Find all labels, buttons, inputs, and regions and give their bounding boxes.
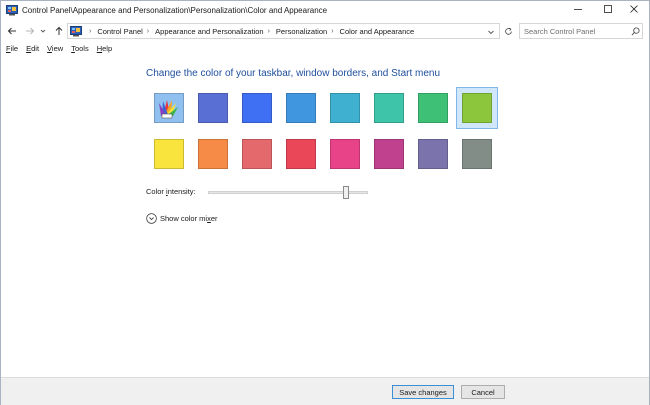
color-swatch-sky[interactable]: [283, 90, 319, 126]
back-button[interactable]: [5, 24, 19, 38]
chevron-down-icon: [40, 29, 46, 33]
arrow-right-icon: [26, 27, 35, 35]
up-button[interactable]: [52, 24, 66, 38]
minimize-icon: [574, 9, 582, 10]
control-panel-icon: [6, 5, 18, 16]
navigation-bar: › Control Panel › Appearance and Persona…: [1, 21, 649, 41]
breadcrumb: › Control Panel › Appearance and Persona…: [85, 27, 414, 36]
color-swatch-lavender[interactable]: [415, 136, 451, 172]
slider-thumb[interactable]: [342, 186, 349, 199]
menu-help[interactable]: Help: [97, 44, 112, 53]
breadcrumb-item[interactable]: Appearance and Personalization: [155, 27, 263, 36]
menu-tools[interactable]: Tools: [71, 44, 89, 53]
menu-edit[interactable]: Edit: [26, 44, 39, 53]
color-swatch-fill: [154, 139, 184, 169]
color-swatch-turquoise[interactable]: [371, 90, 407, 126]
breadcrumb-separator-icon[interactable]: ›: [147, 28, 149, 35]
menu-view[interactable]: View: [47, 44, 63, 53]
arrow-left-icon: [7, 27, 16, 35]
address-bar[interactable]: › Control Panel › Appearance and Persona…: [67, 23, 500, 39]
color-swatch-lime[interactable]: [456, 87, 498, 129]
color-swatch-yellow[interactable]: [151, 136, 187, 172]
close-button[interactable]: [619, 1, 649, 17]
arrow-up-icon: [55, 26, 63, 35]
show-color-mixer-label[interactable]: Show color mixer: [160, 214, 218, 223]
color-swatch-fill: [198, 139, 228, 169]
maximize-icon: [604, 5, 612, 13]
minimize-button[interactable]: [563, 1, 593, 17]
color-swatch-magenta[interactable]: [371, 136, 407, 172]
control-panel-window: Control Panel\Appearance and Personaliza…: [0, 0, 650, 405]
color-swatch-fill: [330, 93, 360, 123]
show-color-mixer-toggle[interactable]: Show color mixer: [146, 212, 218, 224]
search-box[interactable]: [519, 23, 643, 39]
close-icon: [630, 5, 638, 13]
address-dropdown-icon[interactable]: [486, 27, 496, 37]
color-swatch-blue[interactable]: [239, 90, 275, 126]
breadcrumb-separator-icon[interactable]: ›: [268, 28, 270, 35]
recent-locations-button[interactable]: [38, 24, 48, 38]
color-swatch-orange[interactable]: [195, 136, 231, 172]
color-swatch-green[interactable]: [415, 90, 451, 126]
search-icon[interactable]: [631, 27, 640, 36]
color-swatch-fill: [462, 139, 492, 169]
refresh-icon: [504, 27, 512, 35]
color-swatch-pink[interactable]: [327, 136, 363, 172]
color-swatch-fill: [374, 139, 404, 169]
color-swatch-fill: [286, 93, 316, 123]
color-palette-icon: [154, 93, 184, 123]
color-swatch-fill: [462, 93, 492, 123]
title-bar[interactable]: Control Panel\Appearance and Personaliza…: [1, 1, 649, 21]
refresh-button[interactable]: [501, 24, 515, 38]
page-title: Change the color of your taskbar, window…: [146, 68, 441, 79]
color-intensity-slider[interactable]: [208, 186, 368, 200]
menu-bar: File Edit View Tools Help: [1, 41, 649, 55]
color-swatch-automatic[interactable]: [151, 90, 187, 126]
color-swatch-fill: [286, 139, 316, 169]
save-changes-button[interactable]: Save changes: [392, 385, 454, 399]
color-swatch-fill: [418, 93, 448, 123]
window-title: Control Panel\Appearance and Personaliza…: [22, 6, 328, 15]
breadcrumb-separator-icon[interactable]: ›: [331, 28, 333, 35]
color-swatch-salmon[interactable]: [239, 136, 275, 172]
breadcrumb-item[interactable]: Color and Appearance: [340, 27, 415, 36]
breadcrumb-item[interactable]: Personalization: [276, 27, 327, 36]
breadcrumb-item[interactable]: Control Panel: [97, 27, 142, 36]
color-swatch-gray[interactable]: [459, 136, 495, 172]
footer-bar: Save changes Cancel: [1, 377, 649, 405]
color-swatch-fill: [242, 139, 272, 169]
color-swatch-fill: [374, 93, 404, 123]
color-swatch-fill: [418, 139, 448, 169]
main-content: Change the color of your taskbar, window…: [1, 57, 649, 377]
color-swatch-fill: [198, 93, 228, 123]
color-swatch-grid: [151, 87, 501, 178]
menu-file[interactable]: File: [6, 44, 18, 53]
search-input[interactable]: [524, 25, 624, 37]
expand-chevron-icon: [146, 212, 157, 224]
forward-button[interactable]: [23, 24, 37, 38]
color-swatch-red[interactable]: [283, 136, 319, 172]
breadcrumb-separator-icon[interactable]: ›: [89, 28, 91, 35]
color-swatch-teal[interactable]: [327, 90, 363, 126]
cancel-button[interactable]: Cancel: [461, 385, 505, 399]
color-swatch-fill: [242, 93, 272, 123]
color-swatch-indigo[interactable]: [195, 90, 231, 126]
color-intensity-label: Color intensity:: [146, 187, 196, 196]
color-swatch-fill: [330, 139, 360, 169]
control-panel-icon: [70, 26, 82, 37]
